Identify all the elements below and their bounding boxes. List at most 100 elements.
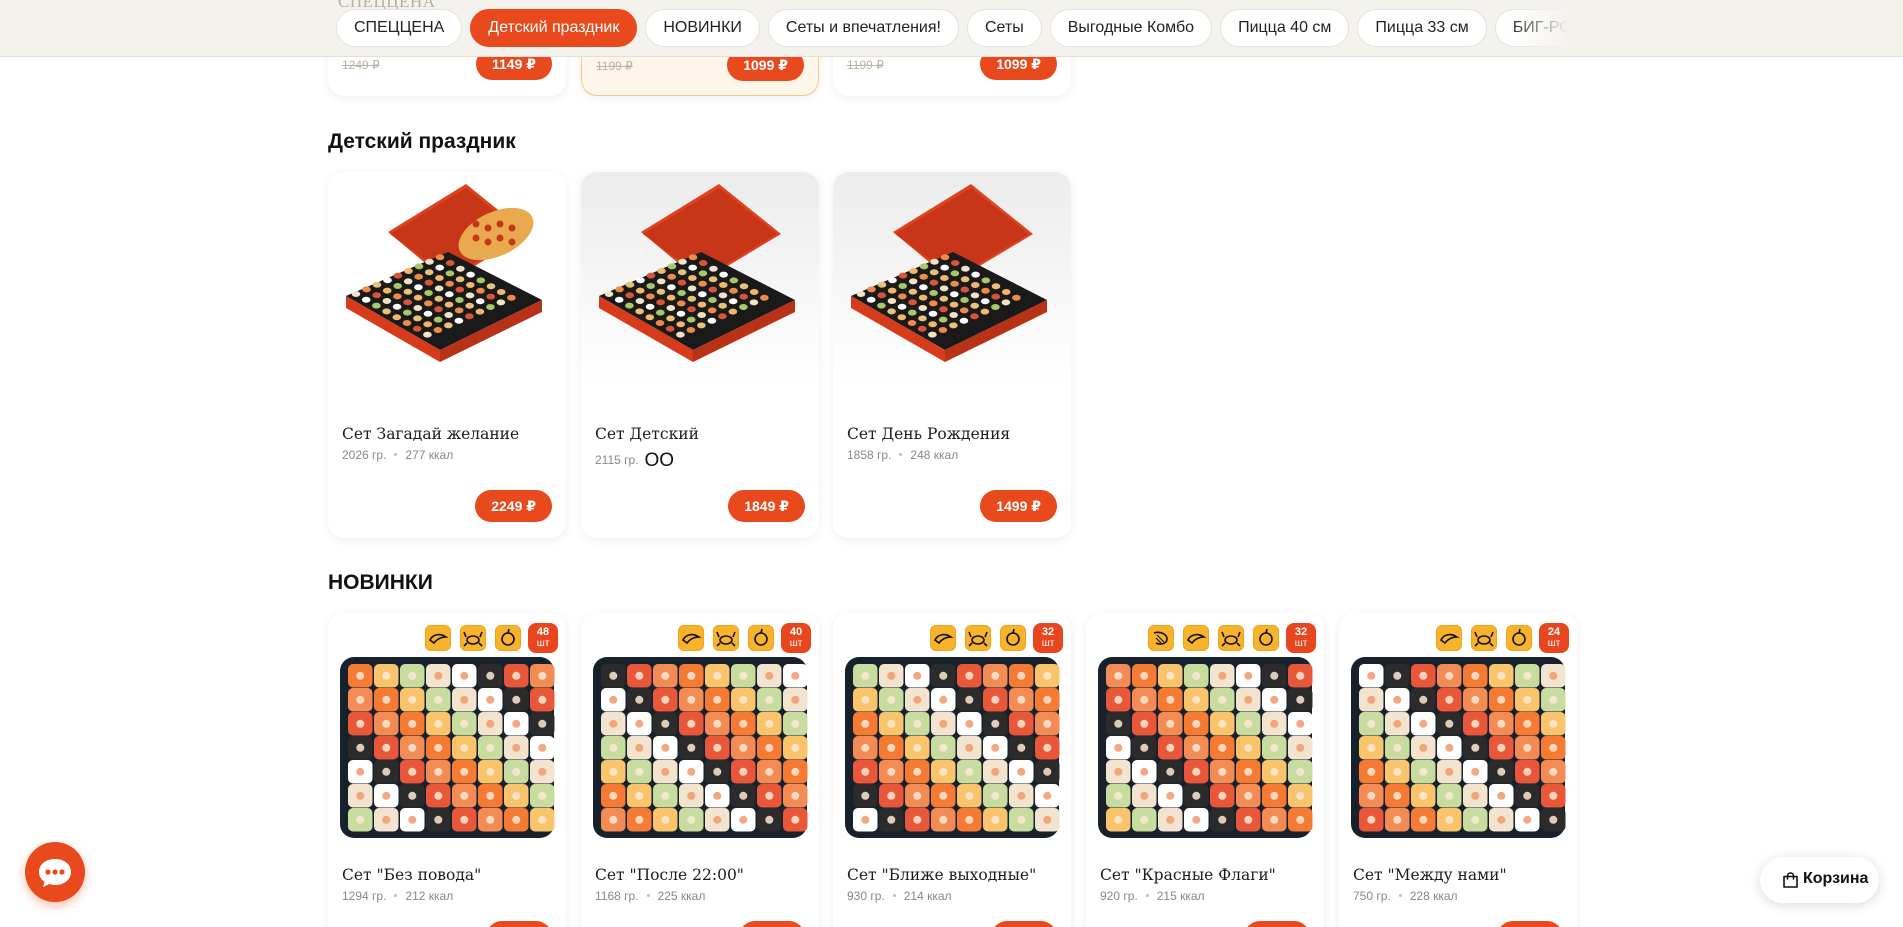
product-meta: 2115 гр. OO	[595, 448, 674, 471]
product-weight: 2026 гр.	[342, 448, 387, 462]
piece-count-badge: 32 шт	[1033, 623, 1063, 653]
product-weight: 750 гр.	[1353, 889, 1391, 903]
salmon-icon	[928, 623, 958, 653]
product-title: Сет "Без повода"	[342, 866, 482, 884]
price-button[interactable]: 2249 ₽	[475, 490, 552, 522]
product-image	[338, 655, 556, 840]
separator-dot	[1398, 893, 1402, 897]
product-card[interactable]: 40 шт Сет "После 22:00" 1168 гр. 225 ккал	[581, 613, 819, 927]
category-chip[interactable]: СПЕЦЦЕНА	[336, 9, 463, 47]
price-button[interactable]	[739, 921, 805, 927]
piece-count-badge: 40 шт	[781, 623, 811, 653]
category-chip[interactable]: Сеты	[966, 9, 1042, 47]
piece-count-badge: 24 шт	[1539, 623, 1569, 653]
product-title: Сет День Рождения	[847, 425, 1011, 443]
price-button[interactable]	[991, 921, 1057, 927]
old-price: 1199 ₽	[847, 58, 884, 72]
product-kcal: 277 ккал	[405, 448, 454, 462]
product-image	[581, 172, 819, 408]
product-card[interactable]: Сет День Рождения 1858 гр. 248 ккал 1499 ₽	[833, 172, 1071, 538]
price-button[interactable]	[1497, 921, 1563, 927]
crab-icon	[458, 623, 488, 653]
salmon-icon	[423, 623, 453, 653]
product-card[interactable]: Сет Загадай желание 2026 гр. 277 ккал 2249 …	[328, 172, 566, 538]
chat-bubble-icon	[39, 859, 71, 887]
product-kcal: 225 ккал	[657, 889, 706, 903]
product-title: Сет "Красные Флаги"	[1100, 866, 1276, 884]
section-title-news: НОВИНКИ	[328, 571, 433, 594]
product-card[interactable]: 32 шт Сет "Ближе выходные" 930 гр. 214 ккал	[833, 613, 1071, 927]
cart-button[interactable]: Корзина	[1760, 857, 1879, 903]
category-chip[interactable]: Выгодные Комбо	[1049, 9, 1213, 47]
category-chip[interactable]: Пицца 33 см	[1357, 9, 1487, 47]
piece-count: 32	[1294, 626, 1308, 638]
product-weight: 1858 гр.	[847, 448, 892, 462]
spicy-icon	[1504, 623, 1534, 653]
product-kcal: 228 ккал	[1409, 889, 1458, 903]
piece-count: 48	[536, 626, 550, 638]
piece-unit: шт	[536, 638, 550, 649]
product-badges: 24 шт	[1434, 623, 1569, 653]
crab-icon	[1216, 623, 1246, 653]
product-meta: 1168 гр. 225 ккал	[595, 889, 705, 903]
product-title: Сет "Между нами"	[1353, 866, 1507, 884]
piece-unit: шт	[1294, 638, 1308, 649]
crab-icon	[1469, 623, 1499, 653]
product-image	[833, 172, 1071, 408]
category-chip[interactable]: БИГ-РОЛЛЫ	[1494, 9, 1568, 47]
separator-dot	[1145, 893, 1149, 897]
piece-unit: шт	[1547, 638, 1561, 649]
piece-count: 32	[1041, 626, 1055, 638]
product-weight: 930 гр.	[847, 889, 885, 903]
product-title: Сет "Ближе выходные"	[847, 866, 1037, 884]
chat-button[interactable]	[25, 842, 85, 902]
spicy-icon	[998, 623, 1028, 653]
spicy-icon	[746, 623, 776, 653]
shrimp-icon	[1146, 623, 1176, 653]
product-kcal: 248 ккал	[910, 448, 959, 462]
product-title: Сет Загадай желание	[342, 425, 520, 443]
product-meta: 930 гр. 214 ккал	[847, 889, 952, 903]
separator-dot	[394, 893, 398, 897]
price-button[interactable]: 1849 ₽	[728, 490, 805, 522]
product-image	[1096, 655, 1314, 840]
crab-icon	[711, 623, 741, 653]
separator-dot	[899, 452, 903, 456]
product-meta: 2026 гр. 277 ккал	[342, 448, 453, 462]
price-button[interactable]: 1499 ₽	[980, 490, 1057, 522]
product-badges: 40 шт	[676, 623, 811, 653]
product-card[interactable]: Сет Детский 2115 гр. OO 1849 ₽	[581, 172, 819, 538]
category-chip[interactable]: Детский праздник	[470, 9, 638, 47]
piece-count: 40	[789, 626, 803, 638]
product-weight: 2115 гр.	[595, 453, 639, 467]
piece-count-badge: 32 шт	[1286, 623, 1316, 653]
separator-dot	[646, 893, 650, 897]
product-card[interactable]: 48 шт Сет "Без повода" 1294 гр. 212 ккал	[328, 613, 566, 927]
salmon-icon	[1181, 623, 1211, 653]
cart-label: Корзина	[1803, 870, 1869, 887]
separator-dot	[394, 452, 398, 456]
price-button[interactable]	[1244, 921, 1310, 927]
product-meta: 1294 гр. 212 ккал	[342, 889, 453, 903]
spicy-icon	[1251, 623, 1281, 653]
crab-icon	[963, 623, 993, 653]
shopping-bag-icon	[1783, 872, 1798, 888]
product-weight: 1294 гр.	[342, 889, 387, 903]
product-card[interactable]: 24 шт Сет "Между нами" 750 гр. 228 ккал	[1339, 613, 1577, 927]
product-image	[591, 655, 809, 840]
product-meta: 750 гр. 228 ккал	[1353, 889, 1458, 903]
price-button[interactable]	[486, 921, 552, 927]
section-title-kids: Детский праздник	[328, 130, 516, 153]
product-image	[1349, 655, 1567, 840]
product-image	[328, 172, 566, 408]
category-chip[interactable]: НОВИНКИ	[645, 9, 760, 47]
product-badges: 32 шт	[1146, 623, 1316, 653]
product-card[interactable]: 32 шт Сет "Красные Флаги" 920 гр. 215 ккал	[1086, 613, 1324, 927]
category-chip[interactable]: Пицца 40 см	[1220, 9, 1350, 47]
product-kcal: 212 ккал	[405, 889, 454, 903]
category-chip[interactable]: Сеты и впечатления!	[767, 9, 959, 47]
old-price: 1199 ₽	[596, 59, 633, 73]
product-kcal: 215 ккал	[1156, 889, 1205, 903]
piece-unit: шт	[789, 638, 803, 649]
product-image	[843, 655, 1061, 840]
